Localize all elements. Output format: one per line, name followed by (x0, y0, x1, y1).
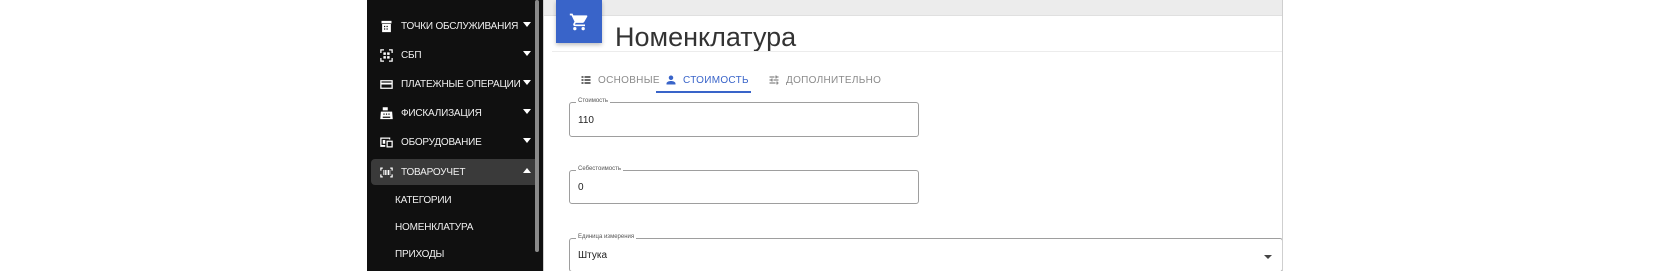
sidebar-item-sbp[interactable]: СБП (371, 42, 539, 68)
chevron-down-icon (523, 109, 531, 114)
sidebar-subitem-categories[interactable]: КАТЕГОРИИ (395, 195, 452, 206)
active-tab-indicator (656, 91, 751, 93)
unit-select-value: Штука (578, 250, 608, 261)
sidebar-item-label: ОБОРУДОВАНИЕ (401, 136, 482, 148)
sidebar-scrollbar[interactable] (535, 0, 539, 252)
sidebar: ТОЧКИ ОБСЛУЖИВАНИЯ СБП ПЛАТЕЖНЫЕ ОПЕРАЦИ… (367, 0, 543, 271)
list-icon (581, 76, 591, 84)
sidebar-item-service-points[interactable]: ТОЧКИ ОБСЛУЖИВАНИЯ (371, 13, 539, 39)
cost-price-field-value: 0 (578, 182, 584, 193)
chevron-down-icon (523, 138, 531, 143)
tab-label: ОСНОВНЫЕ (598, 74, 660, 86)
person-icon (666, 75, 676, 85)
chevron-down-icon[interactable] (1264, 255, 1272, 259)
tab-label: ДОПОЛНИТЕЛЬНО (786, 74, 882, 86)
tab-additional[interactable]: ДОПОЛНИТЕЛЬНО (768, 68, 881, 92)
price-field[interactable]: Стоимость 110 (569, 98, 919, 137)
cash-register-icon (377, 104, 395, 122)
chevron-down-icon (523, 80, 531, 85)
qr-scan-icon (377, 46, 395, 64)
app-screen: ТОЧКИ ОБСЛУЖИВАНИЯ СБП ПЛАТЕЖНЫЕ ОПЕРАЦИ… (0, 0, 1680, 271)
unit-select-label: Единица измерения (576, 234, 637, 240)
tab-label: СТОИМОСТЬ (683, 74, 749, 86)
credit-card-icon (377, 75, 395, 93)
chevron-down-icon (523, 51, 531, 56)
tab-basic[interactable]: ОСНОВНЫЕ (580, 68, 660, 92)
sidebar-item-label: СБП (401, 49, 422, 61)
sidebar-item-label: ТОЧКИ ОБСЛУЖИВАНИЯ (401, 20, 519, 32)
store-icon (377, 17, 395, 35)
tab-cost[interactable]: СТОИМОСТЬ (665, 68, 749, 92)
devices-icon (377, 133, 395, 151)
cost-price-field-label: Себестоимость (576, 166, 624, 172)
sidebar-item-label: ТОВАРОУЧЕТ (401, 166, 466, 178)
chevron-down-icon (523, 22, 531, 27)
price-field-label: Стоимость (576, 98, 611, 104)
cost-price-field[interactable]: Себестоимость 0 (569, 166, 919, 204)
tune-icon (769, 75, 779, 85)
sidebar-subitem-receipts[interactable]: ПРИХОДЫ (395, 249, 444, 260)
header-icon-tile (556, 0, 602, 43)
top-bar (544, 0, 1282, 16)
sidebar-item-inventory[interactable]: ТОВАРОУЧЕТ (371, 159, 539, 185)
chevron-up-icon (523, 168, 531, 173)
sidebar-item-label: ПЛАТЕЖНЫЕ ОПЕРАЦИИ (401, 78, 521, 90)
barcode-icon (377, 163, 395, 181)
main-panel: Номенклатура ОСНОВНЫЕ СТОИМОСТЬ ДОПОЛНИТ… (543, 0, 1283, 271)
sidebar-item-equipment[interactable]: ОБОРУДОВАНИЕ (371, 129, 539, 155)
unit-select[interactable]: Единица измерения Штука (569, 234, 1282, 271)
sidebar-subitem-nomenclature[interactable]: НОМЕНКЛАТУРА (395, 222, 473, 233)
divider (552, 51, 1282, 52)
page-title: Номенклатура (615, 22, 797, 52)
sidebar-item-fiscalization[interactable]: ФИСКАЛИЗАЦИЯ (371, 100, 539, 126)
sidebar-item-payment-operations[interactable]: ПЛАТЕЖНЫЕ ОПЕРАЦИИ (371, 71, 539, 97)
cart-icon (569, 13, 588, 30)
price-field-value: 110 (578, 115, 594, 126)
sidebar-item-label: ФИСКАЛИЗАЦИЯ (401, 107, 482, 119)
